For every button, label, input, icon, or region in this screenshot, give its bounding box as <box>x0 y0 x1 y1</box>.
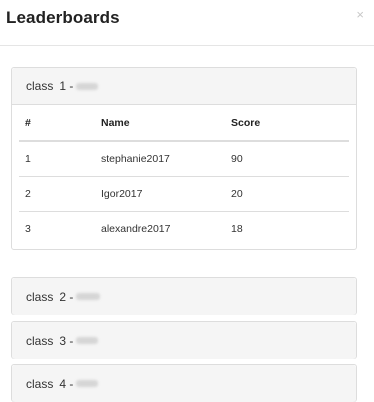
column-header-rank: # <box>19 105 95 142</box>
class-number: 4 - <box>59 376 74 391</box>
column-header-score: Score <box>225 105 349 142</box>
redacted-class-name <box>76 337 99 344</box>
class-panel-1-heading[interactable]: class 1 - <box>12 68 356 105</box>
name-cell: alexandre2017 <box>95 211 225 246</box>
class-label: class <box>26 376 54 391</box>
redacted-class-name <box>76 293 101 300</box>
name-cell: Igor2017 <box>95 176 225 212</box>
class-panel-4-heading[interactable]: class 4 - <box>12 365 356 402</box>
class-number: 3 - <box>59 333 74 348</box>
class-number: 2 - <box>59 289 74 304</box>
class-panel-3-heading[interactable]: class 3 - <box>12 322 356 359</box>
class-label: class <box>26 79 54 93</box>
leaderboard-table: # Name Score 1 stephanie2017 90 2 Igor20… <box>19 105 349 246</box>
close-icon[interactable]: × <box>356 8 364 21</box>
class-panel-3: class 3 - <box>11 321 357 359</box>
class-panel-1: class 1 - # Name Score 1 stephanie2017 9… <box>11 67 357 250</box>
score-cell: 18 <box>225 211 349 246</box>
table-row: 2 Igor2017 20 <box>19 176 349 212</box>
rank-cell: 2 <box>19 176 95 212</box>
class-panel-4: class 4 - <box>11 364 357 402</box>
table-header-row: # Name Score <box>19 105 349 142</box>
modal-title: Leaderboards <box>6 8 120 27</box>
class-panel-2: class 2 - <box>11 277 357 315</box>
table-row: 1 stephanie2017 90 <box>19 141 349 177</box>
modal-header: Leaderboards × <box>0 0 374 46</box>
rank-cell: 1 <box>25 153 31 165</box>
rank-cell: 3 <box>19 211 95 246</box>
table-row: 3 alexandre2017 18 <box>19 211 349 246</box>
class-panel-2-heading[interactable]: class 2 - <box>12 278 356 315</box>
redacted-class-name <box>76 82 99 90</box>
class-label: class <box>26 289 54 304</box>
name-cell: stephanie2017 <box>101 153 170 165</box>
redacted-class-name <box>76 380 99 387</box>
score-cell: 90 <box>231 153 243 165</box>
column-header-name: Name <box>95 105 225 142</box>
score-cell: 20 <box>225 176 349 212</box>
class-label: class <box>26 333 54 348</box>
class-number: 1 - <box>59 79 74 93</box>
